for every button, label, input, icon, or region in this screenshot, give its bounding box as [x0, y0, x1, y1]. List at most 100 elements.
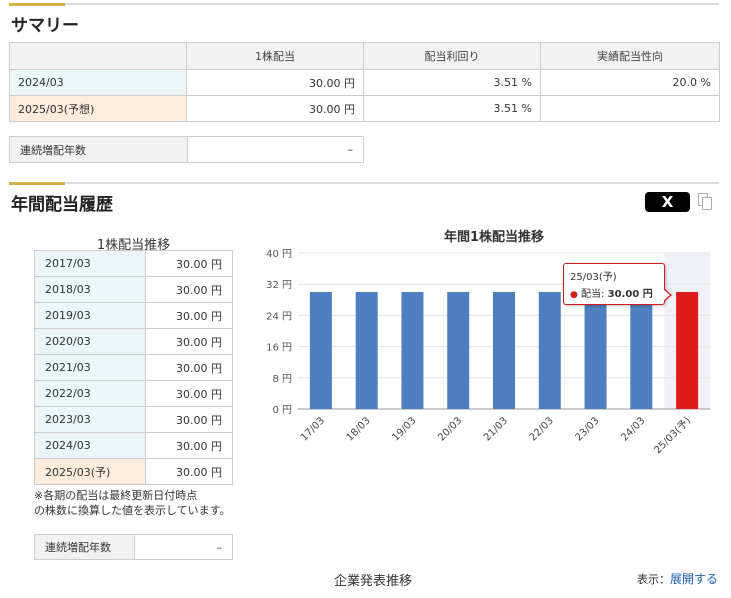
- x-tick-label: 23/03: [574, 415, 602, 443]
- value-cell: 30.00 円: [145, 276, 233, 303]
- table-row: 2020/03 30.00 円: [33, 328, 233, 355]
- yield-cell: 3.51 %: [363, 95, 541, 122]
- copy-icon[interactable]: [698, 193, 712, 210]
- streak-label: 連続増配年数: [34, 534, 135, 560]
- summary-table: 1株配当 配当利回り 実績配当性向 2024/03 30.00 円 3.51 %…: [9, 42, 720, 122]
- footnote-line: の株数に換算した値を表示しています。: [34, 504, 231, 517]
- dividend-cell: 30.00 円: [186, 95, 364, 122]
- value-cell: 30.00 円: [145, 328, 233, 355]
- y-tick-label: 40 円: [266, 249, 292, 260]
- bar: [447, 292, 470, 409]
- dividend-cell: 30.00 円: [186, 69, 364, 96]
- yield-cell: 3.51 %: [363, 69, 541, 96]
- x-tick-label: 22/03: [528, 415, 556, 443]
- bar: [401, 292, 424, 409]
- tooltip-arrow: [663, 288, 672, 302]
- x-tick-label: 21/03: [482, 415, 510, 443]
- value-cell: 30.00 円: [145, 432, 233, 459]
- tooltip-value: 30.00 円: [607, 289, 653, 300]
- year-cell: 2020/03: [33, 328, 147, 355]
- year-cell: 2017/03: [33, 250, 147, 277]
- x-tick-label: 18/03: [345, 415, 373, 443]
- chart-tooltip: 25/03(予) ● 配当: 30.00 円: [563, 263, 672, 305]
- row-label: 2025/03(予想): [9, 95, 187, 122]
- dividend-bar-chart: 年間1株配当推移 0 円 8 円 16 円 24 円 32 円 40 円 17/03 18/03…: [266, 229, 710, 457]
- table-row: 2023/03 30.00 円: [33, 406, 233, 433]
- tooltip-category: 25/03(予): [570, 272, 617, 283]
- y-tick-label: 16 円: [266, 343, 292, 354]
- copy-icon-front: [702, 197, 712, 210]
- y-tick-label: 0 円: [272, 405, 292, 416]
- footnote-line: ※各期の配当は最終更新日付時点: [34, 489, 198, 502]
- bullet-icon: ●: [570, 290, 578, 300]
- value-cell: 30.00 円: [145, 354, 233, 381]
- y-tick-label: 32 円: [266, 280, 292, 291]
- table-row: 2019/03 30.00 円: [33, 302, 233, 329]
- value-cell: 30.00 円: [145, 380, 233, 407]
- x-tick-label: 20/03: [436, 415, 464, 443]
- table-row: 2018/03 30.00 円: [33, 276, 233, 303]
- y-tick-label: 24 円: [266, 311, 292, 322]
- summary-header-dividend: 1株配当: [186, 42, 364, 70]
- bar: [630, 292, 653, 409]
- display-label: 表示：: [637, 573, 670, 586]
- table-row: 2022/03 30.00 円: [33, 380, 233, 407]
- table-row: 2024/03 30.00 円: [33, 432, 233, 459]
- table-row: 2025/03(予想) 30.00 円 3.51 %: [9, 95, 720, 122]
- share-x-button[interactable]: X: [645, 192, 690, 212]
- summary-title: サマリー: [11, 16, 79, 36]
- bar: [309, 292, 332, 409]
- summary-header-yield: 配当利回り: [363, 42, 541, 70]
- value-cell: 30.00 円: [145, 406, 233, 433]
- table-row: 2025/03(予) 30.00 円: [33, 458, 233, 485]
- bar: [584, 292, 607, 409]
- tooltip-row: ● 配当: 30.00 円: [570, 285, 658, 300]
- row-label: 2024/03: [9, 69, 187, 96]
- y-tick-label: 8 円: [272, 374, 292, 385]
- summary-header-blank: [9, 42, 187, 70]
- year-cell: 2021/03: [33, 354, 147, 381]
- year-cell: 2018/03: [33, 276, 147, 303]
- history-streak-table: 連続増配年数 –: [34, 534, 233, 560]
- bar: [493, 292, 515, 409]
- year-cell: 2023/03: [33, 406, 147, 433]
- bar: [538, 292, 561, 409]
- table-row: 連続増配年数 –: [34, 534, 233, 560]
- history-table: 2017/03 30.00 円 2018/03 30.00 円 2019/03 30.…: [33, 250, 233, 485]
- section-accent-bar: [9, 182, 65, 185]
- x-tick-label: 25/03(予): [652, 415, 694, 457]
- footer-title: 企業発表推移: [334, 574, 413, 589]
- history-section-header: 年間配当履歴: [9, 182, 719, 215]
- summary-header-row: 1株配当 配当利回り 実績配当性向: [9, 42, 720, 70]
- streak-value: –: [187, 136, 364, 163]
- table-row: 連続増配年数 –: [9, 136, 364, 163]
- expand-link[interactable]: 展開する: [670, 572, 718, 586]
- payout-cell: 20.0 %: [540, 69, 720, 96]
- x-tick-label: 19/03: [390, 415, 418, 443]
- summary-header-payout: 実績配当性向: [540, 42, 720, 70]
- streak-value: –: [134, 534, 233, 560]
- year-cell: 2024/03: [33, 432, 147, 459]
- value-cell: 30.00 円: [145, 458, 233, 485]
- year-cell: 2019/03: [33, 302, 147, 329]
- payout-cell: [540, 95, 720, 122]
- chart-title: 年間1株配当推移: [444, 229, 544, 245]
- history-title: 年間配当履歴: [11, 195, 113, 215]
- display-toggle: 表示：展開する: [637, 570, 718, 587]
- footnote: ※各期の配当は最終更新日付時点 の株数に換算した値を表示しています。: [34, 488, 231, 518]
- year-cell: 2022/03: [33, 380, 147, 407]
- section-accent-bar: [9, 3, 65, 6]
- summary-section-header: サマリー: [9, 3, 719, 36]
- summary-streak-table: 連続増配年数 –: [9, 136, 364, 163]
- streak-label: 連続増配年数: [9, 136, 188, 163]
- value-cell: 30.00 円: [145, 250, 233, 277]
- x-tick-label: 17/03: [299, 415, 327, 443]
- year-cell: 2025/03(予): [33, 458, 147, 485]
- table-row: 2017/03 30.00 円: [33, 250, 233, 277]
- value-cell: 30.00 円: [145, 302, 233, 329]
- x-tick-label: 24/03: [619, 415, 647, 443]
- table-row: 2024/03 30.00 円 3.51 % 20.0 %: [9, 69, 720, 96]
- tooltip-label: 配当:: [581, 289, 605, 300]
- bar: [676, 292, 699, 409]
- bar: [355, 292, 378, 409]
